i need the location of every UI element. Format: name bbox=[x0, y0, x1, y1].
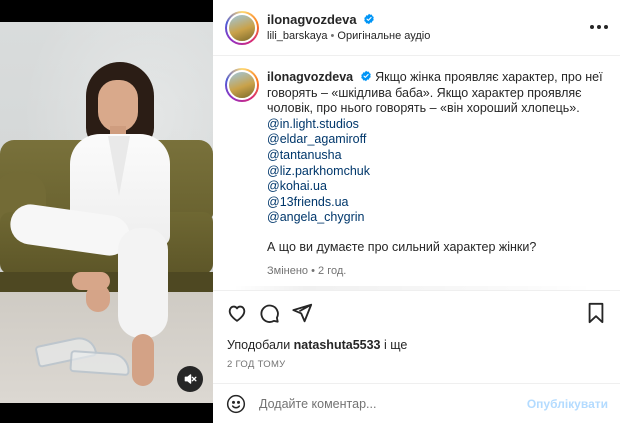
post-details-panel: ilonagvozdeva lili_barskaya • Оригінальне … bbox=[213, 0, 620, 423]
emoji-button[interactable] bbox=[225, 393, 247, 415]
mute-button[interactable] bbox=[177, 366, 203, 392]
white-trousers-right bbox=[118, 228, 168, 338]
verified-badge-icon bbox=[364, 13, 374, 25]
more-horizontal-icon bbox=[590, 25, 608, 29]
caption-mentions: @in.light.studios @eldar_agamiroff @tant… bbox=[267, 117, 607, 226]
post-video[interactable] bbox=[0, 22, 213, 403]
comment-composer: Опублікувати bbox=[213, 383, 620, 423]
liked-by-others[interactable]: і ще bbox=[384, 338, 407, 352]
edited-label: Змінено bbox=[267, 264, 309, 277]
author-avatar[interactable] bbox=[225, 11, 259, 45]
author-username-text[interactable]: ilonagvozdeva bbox=[267, 12, 357, 27]
post-media[interactable] bbox=[0, 0, 213, 423]
bookmark-icon bbox=[588, 302, 604, 324]
caption-edited-info: Змінено • 2 год. bbox=[267, 264, 607, 280]
mention-link[interactable]: @kohai.ua bbox=[267, 179, 607, 195]
mention-link[interactable]: @eldar_agamiroff bbox=[267, 132, 607, 148]
mention-link[interactable]: @tantanusha bbox=[267, 148, 607, 164]
liked-by-username[interactable]: natashuta5533 bbox=[294, 338, 381, 352]
edited-separator: • bbox=[311, 264, 315, 277]
post-caption: ilonagvozdeva Якщо жінка проявляє характ… bbox=[213, 56, 620, 290]
like-button[interactable] bbox=[225, 301, 249, 325]
mention-link[interactable]: @angela_chygrin bbox=[267, 210, 607, 226]
audio-separator: • bbox=[330, 30, 335, 42]
comment-icon bbox=[260, 304, 279, 323]
comment-button[interactable] bbox=[257, 301, 281, 325]
mention-link[interactable]: @liz.parkhomchuk bbox=[267, 164, 607, 180]
post-timestamp[interactable]: 2 ГОД ТОМУ bbox=[227, 359, 286, 370]
emoji-smile-icon bbox=[226, 394, 246, 414]
caption-question: А що ви думаєте про сильний характер жін… bbox=[267, 239, 537, 254]
bare-foot bbox=[132, 334, 154, 386]
author-username[interactable]: ilonagvozdeva bbox=[267, 12, 375, 27]
paper-plane-icon bbox=[292, 303, 313, 323]
save-button[interactable] bbox=[584, 301, 608, 325]
audio-info: lili_barskaya • Оригінальне аудіо bbox=[267, 30, 430, 42]
caption-author-username[interactable]: ilonagvozdeva bbox=[267, 70, 353, 84]
caption-body: ilonagvozdeva Якщо жінка проявляє характ… bbox=[267, 70, 607, 279]
verified-badge-icon bbox=[360, 70, 371, 82]
liked-by-label: Уподобали bbox=[227, 338, 291, 352]
heart-icon bbox=[228, 305, 246, 322]
edited-time: 2 год. bbox=[318, 264, 347, 277]
post-header: ilonagvozdeva lili_barskaya • Оригінальне … bbox=[213, 0, 620, 56]
woman-face bbox=[98, 80, 138, 132]
hand bbox=[72, 272, 110, 290]
caption-author-avatar[interactable] bbox=[225, 68, 259, 102]
audio-username[interactable]: lili_barskaya bbox=[267, 30, 328, 42]
publish-comment-button[interactable]: Опублікувати bbox=[527, 397, 608, 411]
instagram-post-window: ilonagvozdeva lili_barskaya • Оригінальне … bbox=[0, 0, 620, 423]
more-options-button[interactable] bbox=[588, 16, 610, 38]
mention-link[interactable]: @13friends.ua bbox=[267, 195, 607, 211]
likes-summary: Уподобали natashuta5533 і ще bbox=[227, 338, 407, 352]
original-audio-link[interactable]: Оригінальне аудіо bbox=[337, 30, 430, 42]
mention-link[interactable]: @in.light.studios bbox=[267, 117, 607, 133]
speaker-muted-icon bbox=[184, 374, 197, 384]
comment-input[interactable] bbox=[259, 394, 519, 414]
share-button[interactable] bbox=[290, 301, 314, 325]
